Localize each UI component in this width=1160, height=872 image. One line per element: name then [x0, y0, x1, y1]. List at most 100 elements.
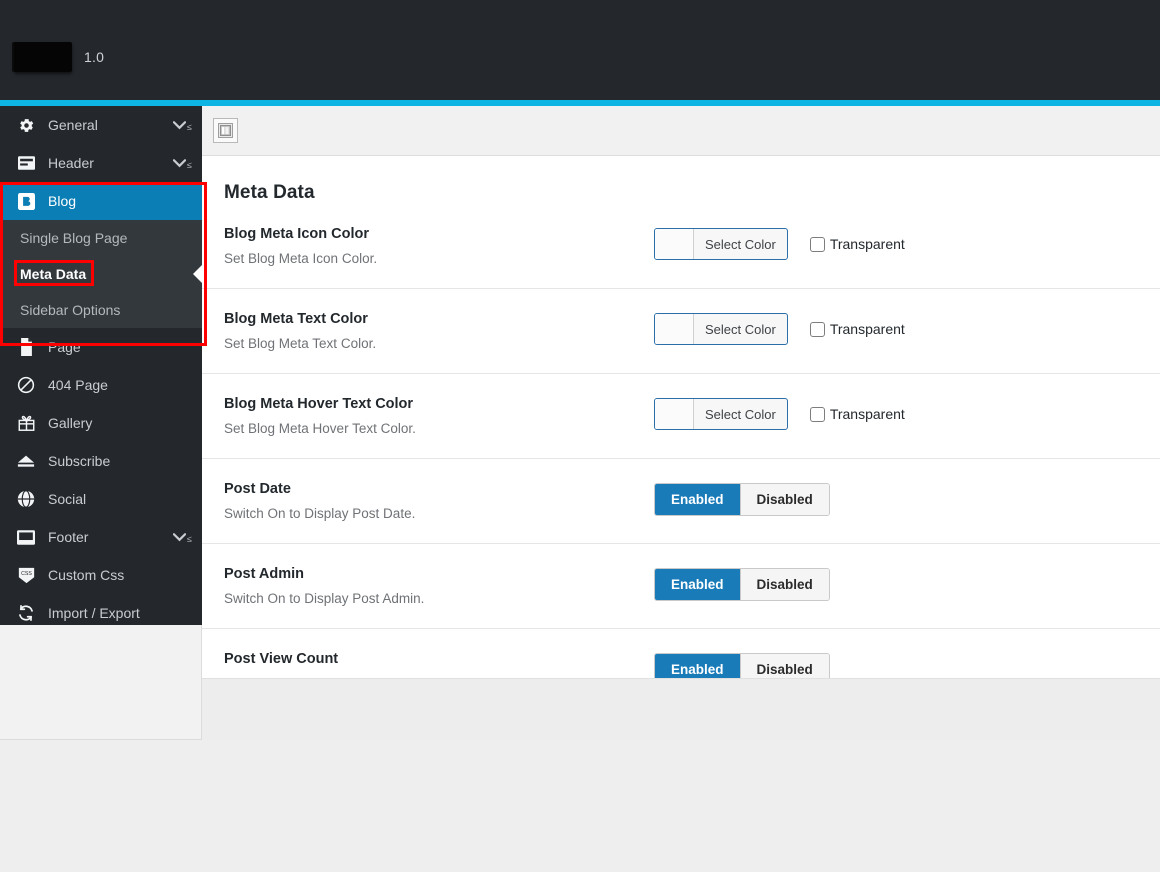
sidebar-subitem-sidebar-options[interactable]: Sidebar Options	[0, 292, 202, 328]
sidebar-bottom-panel	[0, 625, 202, 740]
setting-title: Blog Meta Icon Color	[224, 226, 369, 242]
setting-title: Post Date	[224, 481, 291, 497]
select-color-button[interactable]: Select Color	[654, 313, 788, 345]
sidebar-item-blog[interactable]: Blog	[0, 182, 202, 220]
transparent-checkbox[interactable]: Transparent	[809, 236, 905, 252]
chevron-secondary-glyph: ≤	[187, 534, 192, 544]
settings-list: Blog Meta Icon Color Set Blog Meta Icon …	[202, 204, 1160, 713]
sync-icon	[14, 602, 38, 624]
sidebar-item-gallery[interactable]: Gallery	[0, 404, 202, 442]
setting-text: Blog Meta Text Color Set Blog Meta Text …	[224, 311, 654, 351]
setting-text: Post Date Switch On to Display Post Date…	[224, 481, 654, 521]
checkbox-box-icon[interactable]	[809, 406, 825, 422]
sidebar-item-header[interactable]: Header ≤	[0, 144, 202, 182]
setting-description: Set Blog Meta Text Color.	[224, 336, 377, 351]
toggle-enabled-option[interactable]: Enabled	[655, 569, 741, 600]
setting-control: Enabled Disabled	[654, 566, 830, 601]
setting-title: Post Admin	[224, 566, 305, 582]
forbidden-icon	[14, 374, 38, 396]
chevron-down-icon[interactable]: ≤	[173, 532, 192, 544]
toggle-disabled-option[interactable]: Disabled	[740, 484, 829, 515]
sidebar-item-label: Footer	[48, 529, 89, 545]
sidebar-item-social[interactable]: Social	[0, 480, 202, 518]
setting-control: Select Color Transparent	[654, 311, 905, 345]
main-panel: Meta Data Blog Meta Icon Color Set Blog …	[202, 106, 1160, 740]
toggle-enabled-option[interactable]: Enabled	[655, 484, 741, 515]
layout-panel-icon[interactable]	[213, 118, 238, 143]
sidebar-item-subscribe[interactable]: Subscribe	[0, 442, 202, 480]
sidebar-submenu-blog: Single Blog Page Meta Data Sidebar Optio…	[0, 220, 202, 328]
select-color-button[interactable]: Select Color	[654, 398, 788, 430]
sidebar-item-general[interactable]: General ≤	[0, 106, 202, 144]
sidebar-item-label: Gallery	[48, 415, 93, 431]
setting-description: Set Blog Meta Icon Color.	[224, 251, 378, 266]
setting-title: Blog Meta Hover Text Color	[224, 396, 414, 412]
sidebar-subitem-single-blog-page[interactable]: Single Blog Page	[0, 220, 202, 256]
app-root: 1.0 General ≤ Header ≤ Blog Single Blog …	[0, 0, 1160, 872]
transparent-checkbox[interactable]: Transparent	[809, 406, 905, 422]
sidebar-subitem-meta-data[interactable]: Meta Data	[0, 256, 202, 292]
toggle-disabled-option[interactable]: Disabled	[740, 569, 829, 600]
setting-description: Set Blog Meta Hover Text Color.	[224, 421, 416, 436]
sidebar-subitem-label: Single Blog Page	[20, 230, 128, 246]
setting-text: Blog Meta Hover Text Color Set Blog Meta…	[224, 396, 654, 436]
setting-description: Switch On to Display Post Admin.	[224, 591, 425, 606]
sidebar-item-404-page[interactable]: 404 Page	[0, 366, 202, 404]
sidebar-item-label: Social	[48, 491, 87, 507]
setting-row: Blog Meta Text Color Set Blog Meta Text …	[202, 289, 1160, 374]
main-toolbar	[202, 106, 1160, 156]
brand-version: 1.0	[84, 49, 105, 65]
brand-logo-redacted	[14, 42, 72, 72]
setting-row: Post Date Switch On to Display Post Date…	[202, 459, 1160, 544]
css-badge-icon: CSS	[14, 564, 38, 586]
select-color-label: Select Color	[705, 236, 776, 252]
setting-title: Post View Count	[224, 651, 339, 667]
svg-text:CSS: CSS	[21, 571, 32, 577]
select-color-button[interactable]: Select Color	[654, 228, 788, 260]
sidebar-item-footer[interactable]: Footer ≤	[0, 518, 202, 556]
setting-text: Blog Meta Icon Color Set Blog Meta Icon …	[224, 226, 654, 266]
sidebar-item-label: Subscribe	[48, 453, 111, 469]
setting-control: Select Color Transparent	[654, 226, 905, 260]
setting-row: Blog Meta Hover Text Color Set Blog Meta…	[202, 374, 1160, 459]
chevron-secondary-glyph: ≤	[187, 122, 192, 132]
transparent-label: Transparent	[829, 321, 905, 337]
chevron-down-icon[interactable]: ≤	[173, 120, 192, 132]
sidebar-item-label: General	[48, 117, 98, 133]
sidebar-item-label: Blog	[48, 193, 77, 209]
sidebar-nav: General ≤ Header ≤ Blog Single Blog Page…	[0, 106, 202, 625]
gift-icon	[14, 412, 38, 434]
color-swatch[interactable]	[655, 229, 694, 259]
main-footer-bar	[202, 678, 1160, 740]
setting-title: Blog Meta Text Color	[224, 311, 368, 327]
chevron-down-icon[interactable]: ≤	[173, 158, 192, 170]
checkbox-box-icon[interactable]	[809, 236, 825, 252]
enabled-disabled-toggle[interactable]: Enabled Disabled	[654, 568, 830, 601]
sidebar-item-label: 404 Page	[48, 377, 108, 393]
setting-text: Post Admin Switch On to Display Post Adm…	[224, 566, 654, 606]
transparent-checkbox[interactable]: Transparent	[809, 321, 905, 337]
page-icon	[14, 336, 38, 358]
sidebar-subitem-label: Sidebar Options	[20, 302, 121, 318]
header-card-icon	[14, 152, 38, 174]
color-swatch[interactable]	[655, 399, 694, 429]
current-item-arrow-icon	[193, 265, 202, 283]
setting-description: Switch On to Display Post Date.	[224, 506, 416, 521]
setting-row: Blog Meta Icon Color Set Blog Meta Icon …	[202, 204, 1160, 289]
transparent-label: Transparent	[829, 406, 905, 422]
sidebar-item-page[interactable]: Page	[0, 328, 202, 366]
globe-icon	[14, 488, 38, 510]
select-color-label: Select Color	[705, 406, 776, 422]
gear-icon	[14, 114, 38, 136]
sidebar-item-label: Import / Export	[48, 605, 140, 621]
checkbox-box-icon[interactable]	[809, 321, 825, 337]
sidebar-item-custom-css[interactable]: CSS Custom Css	[0, 556, 202, 594]
eject-icon	[14, 450, 38, 472]
setting-row: Post Admin Switch On to Display Post Adm…	[202, 544, 1160, 629]
sidebar-subitem-label: Meta Data	[20, 266, 87, 282]
color-swatch[interactable]	[655, 314, 694, 344]
transparent-label: Transparent	[829, 236, 905, 252]
enabled-disabled-toggle[interactable]: Enabled Disabled	[654, 483, 830, 516]
sidebar-item-label: Header	[48, 155, 94, 171]
page-title: Meta Data	[224, 182, 315, 203]
